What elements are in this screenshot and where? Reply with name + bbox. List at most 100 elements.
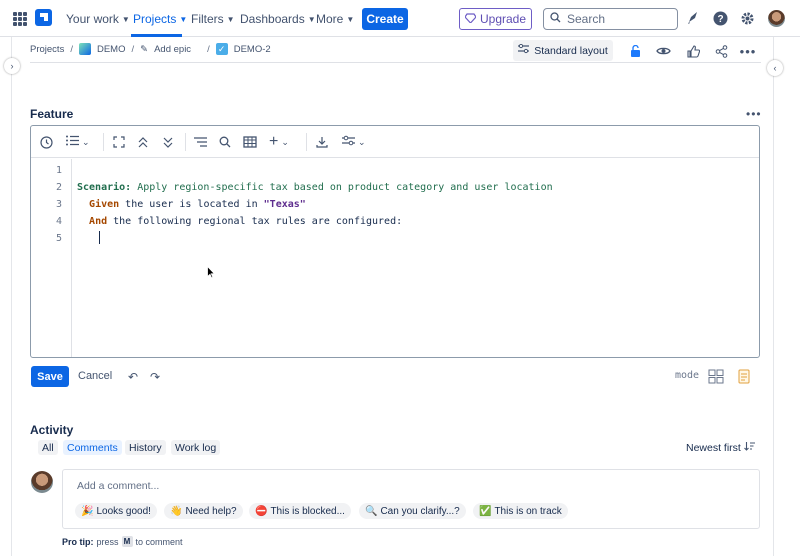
expand-details-chevron-left-icon[interactable]: ‹: [767, 60, 783, 76]
sort-order-button[interactable]: Newest first: [686, 441, 755, 454]
sort-order-label: Newest first: [686, 441, 741, 454]
tab-comments[interactable]: Comments: [63, 440, 122, 455]
find-search-icon[interactable]: [219, 134, 231, 150]
breadcrumb: Projects / DEMO / ✎ Add epic / ✓ DEMO-2: [30, 43, 271, 55]
party-popper-icon: 🎉: [81, 505, 94, 517]
quick-reply-need-help[interactable]: 👋 Need help?: [164, 503, 243, 519]
search-icon: [550, 12, 561, 26]
pro-tip-label: Pro tip:: [62, 536, 94, 547]
check-mark-icon: ✅: [479, 505, 492, 517]
like-thumbs-up-icon[interactable]: [685, 43, 701, 59]
search-input[interactable]: Search: [543, 8, 678, 30]
quick-reply-label: Can you clarify...?: [380, 505, 460, 517]
active-nav-indicator: [131, 34, 182, 37]
gherkin-given-keyword: Given: [89, 199, 120, 210]
nav-projects[interactable]: Projects ▼: [133, 12, 187, 26]
watch-eye-icon[interactable]: [655, 43, 671, 59]
cancel-button[interactable]: Cancel: [78, 370, 112, 382]
svg-text:?: ?: [717, 14, 723, 25]
nav-dashboards-label: Dashboards: [240, 12, 305, 26]
settings-gear-icon[interactable]: [739, 10, 755, 26]
quick-reply-on-track[interactable]: ✅ This is on track: [473, 503, 568, 519]
jira-logo-icon[interactable]: [35, 9, 52, 26]
app-switcher-icon[interactable]: [13, 12, 27, 26]
lock-icon[interactable]: [627, 43, 643, 59]
sidebar-divider-left: [11, 37, 12, 556]
notifications-rocket-icon[interactable]: [685, 10, 701, 26]
expand-all-icon[interactable]: [163, 134, 173, 150]
task-checkbox-icon: ✓: [215, 43, 228, 55]
keyboard-key: M: [121, 536, 133, 547]
list-icon: [66, 135, 79, 149]
quick-reply-label: Looks good!: [96, 505, 151, 517]
breadcrumb-project[interactable]: DEMO: [97, 44, 126, 55]
magnifier-icon: 🔍: [365, 505, 378, 517]
comment-placeholder: Add a comment...: [77, 480, 160, 492]
chevron-down-icon: ⌄: [281, 136, 289, 147]
nav-more[interactable]: More ▼: [316, 12, 354, 26]
pro-tip-text: to comment: [135, 536, 183, 547]
collapse-all-icon[interactable]: [138, 134, 148, 150]
more-actions-icon[interactable]: •••: [740, 43, 756, 59]
waving-hand-icon: 👋: [170, 505, 183, 517]
undo-icon[interactable]: ↶: [128, 370, 138, 384]
fullscreen-icon[interactable]: [113, 134, 125, 150]
expand-sidebar-chevron-right-icon[interactable]: ›: [4, 58, 20, 74]
comment-editor[interactable]: Add a comment... 🎉 Looks good! 👋 Need he…: [62, 469, 760, 529]
editor-toolbar: ⌄ + ⌄ ⌄: [31, 126, 759, 158]
help-icon[interactable]: ?: [712, 10, 728, 26]
nav-your-work[interactable]: Your work ▼: [66, 12, 130, 26]
save-button[interactable]: Save: [31, 366, 69, 387]
line-number: 5: [55, 233, 62, 244]
quick-reply-clarify[interactable]: 🔍 Can you clarify...?: [359, 503, 466, 519]
code-line-2: Scenario: Apply region-specific tax base…: [77, 182, 553, 193]
redo-icon[interactable]: ↷: [150, 370, 160, 384]
tab-all[interactable]: All: [38, 440, 58, 455]
chevron-down-icon: ▼: [346, 14, 355, 24]
tab-history[interactable]: History: [125, 440, 166, 455]
format-lines-icon[interactable]: [194, 134, 207, 150]
download-icon[interactable]: [316, 134, 328, 150]
quick-reply-blocked[interactable]: ⛔ This is blocked...: [249, 503, 351, 519]
chevron-down-icon: ▼: [226, 14, 235, 24]
activity-title: Activity: [30, 423, 74, 437]
nav-dashboards[interactable]: Dashboards ▼: [240, 12, 316, 26]
scenario-title-text: Apply region-specific tax based on produ…: [131, 182, 553, 193]
share-icon[interactable]: [713, 43, 729, 59]
sort-descending-icon: [743, 441, 755, 454]
header-divider: [30, 62, 761, 63]
breadcrumb-issue-key[interactable]: DEMO-2: [234, 44, 271, 55]
create-button[interactable]: Create: [362, 8, 408, 30]
standard-layout-button[interactable]: Standard layout: [513, 40, 613, 61]
document-mode-icon[interactable]: [736, 368, 752, 384]
editor-settings-dropdown[interactable]: ⌄: [342, 134, 366, 150]
feature-more-icon[interactable]: •••: [746, 107, 762, 121]
diamond-icon: [464, 12, 477, 26]
text-caret: [99, 231, 100, 244]
feature-field-title: Feature: [30, 107, 74, 121]
nav-filters[interactable]: Filters ▼: [191, 12, 235, 26]
standard-layout-label: Standard layout: [534, 44, 608, 57]
tab-work-log[interactable]: Work log: [171, 440, 221, 455]
nav-filters-label: Filters: [191, 12, 224, 26]
code-editor[interactable]: ⌄ + ⌄ ⌄ 1 2 3 4 5 Scenario: Apply region…: [30, 125, 760, 358]
list-format-dropdown[interactable]: ⌄: [66, 134, 90, 150]
chevron-down-icon: ⌄: [358, 136, 366, 147]
quick-reply-looks-good[interactable]: 🎉 Looks good!: [75, 503, 157, 519]
quick-reply-label: This is blocked...: [270, 505, 345, 517]
pro-tip-text: press: [96, 536, 119, 547]
history-clock-icon[interactable]: [40, 134, 53, 150]
upgrade-label: Upgrade: [479, 12, 527, 26]
insert-dropdown[interactable]: + ⌄: [269, 134, 289, 150]
project-avatar-icon: [78, 43, 91, 55]
nav-your-work-label: Your work: [66, 12, 119, 26]
insert-table-icon[interactable]: [243, 134, 257, 150]
line-number: 4: [55, 216, 62, 227]
grid-view-mode-icon[interactable]: [708, 368, 724, 384]
profile-avatar[interactable]: [768, 10, 785, 27]
breadcrumb-add-epic[interactable]: Add epic: [154, 44, 191, 55]
chevron-down-icon: ▼: [179, 14, 188, 24]
upgrade-button[interactable]: Upgrade: [459, 8, 532, 30]
breadcrumb-projects[interactable]: Projects: [30, 44, 64, 55]
